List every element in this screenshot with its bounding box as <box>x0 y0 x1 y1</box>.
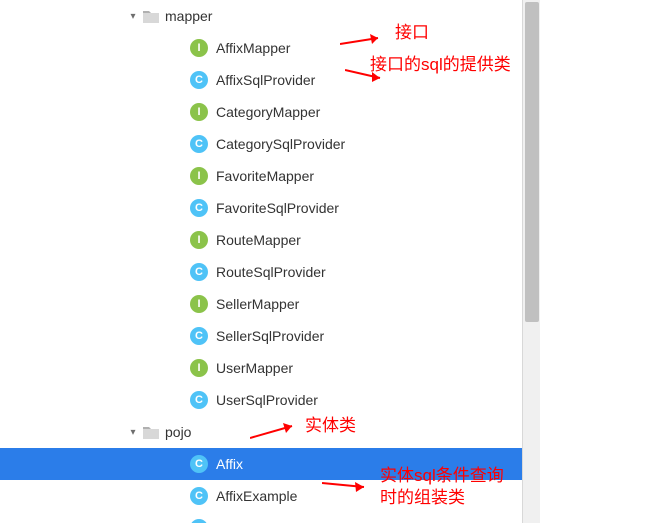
interface-icon: I <box>190 295 208 313</box>
annotation-interface: 接口 <box>395 22 429 44</box>
item-label: AffixMapper <box>216 40 290 56</box>
tree-item[interactable]: I RouteMapper <box>0 224 540 256</box>
item-label: UserSqlProvider <box>216 392 318 408</box>
class-icon: C <box>190 455 208 473</box>
tree-item[interactable]: I SellerMapper <box>0 288 540 320</box>
folder-mapper[interactable]: ▾ mapper <box>0 0 540 32</box>
annotation-sql-provider: 接口的sql的提供类 <box>370 54 511 76</box>
item-label: AffixExample <box>216 488 297 504</box>
folder-icon <box>143 426 159 439</box>
folder-icon <box>143 10 159 23</box>
item-label: Affix <box>216 456 243 472</box>
interface-icon: I <box>190 167 208 185</box>
item-label: AffixSqlProvider <box>216 72 315 88</box>
scrollbar-thumb[interactable] <box>525 2 539 322</box>
chevron-down-icon[interactable]: ▾ <box>125 427 141 438</box>
item-label: SellerSqlProvider <box>216 328 324 344</box>
class-icon: C <box>190 391 208 409</box>
annotation-example: 实体sql条件查询 时的组装类 <box>380 465 504 509</box>
item-label: FavoriteMapper <box>216 168 314 184</box>
item-label: CategorySqlProvider <box>216 136 345 152</box>
tree-item[interactable]: C CategorySqlProvider <box>0 128 540 160</box>
class-icon: C <box>190 263 208 281</box>
arrow-icon <box>250 420 305 445</box>
class-icon: C <box>190 135 208 153</box>
arrow-icon <box>340 32 390 52</box>
class-icon: C <box>190 327 208 345</box>
annotation-entity: 实体类 <box>305 415 356 437</box>
folder-label: pojo <box>165 424 191 440</box>
chevron-down-icon[interactable]: ▾ <box>125 11 141 22</box>
interface-icon: I <box>190 103 208 121</box>
class-icon: C <box>190 71 208 89</box>
item-label: FavoriteSqlProvider <box>216 200 339 216</box>
tree-item[interactable]: I UserMapper <box>0 352 540 384</box>
vertical-scrollbar[interactable] <box>522 0 540 523</box>
interface-icon: I <box>190 231 208 249</box>
arrow-icon <box>322 475 377 497</box>
class-icon: C <box>190 199 208 217</box>
tree-item[interactable]: C SellerSqlProvider <box>0 320 540 352</box>
item-label: SellerMapper <box>216 296 299 312</box>
tree-item[interactable]: C RouteSqlProvider <box>0 256 540 288</box>
folder-label: mapper <box>165 8 212 24</box>
interface-icon: I <box>190 39 208 57</box>
interface-icon: I <box>190 359 208 377</box>
tree-item[interactable]: CCategory <box>0 512 540 523</box>
tree-item[interactable]: C UserSqlProvider <box>0 384 540 416</box>
item-label: CategoryMapper <box>216 104 320 120</box>
tree-item[interactable]: I FavoriteMapper <box>0 160 540 192</box>
item-label: UserMapper <box>216 360 293 376</box>
tree-item[interactable]: C FavoriteSqlProvider <box>0 192 540 224</box>
item-label: RouteSqlProvider <box>216 264 326 280</box>
class-icon: C <box>190 519 208 523</box>
item-label: RouteMapper <box>216 232 301 248</box>
class-icon: C <box>190 487 208 505</box>
tree-item[interactable]: I CategoryMapper <box>0 96 540 128</box>
